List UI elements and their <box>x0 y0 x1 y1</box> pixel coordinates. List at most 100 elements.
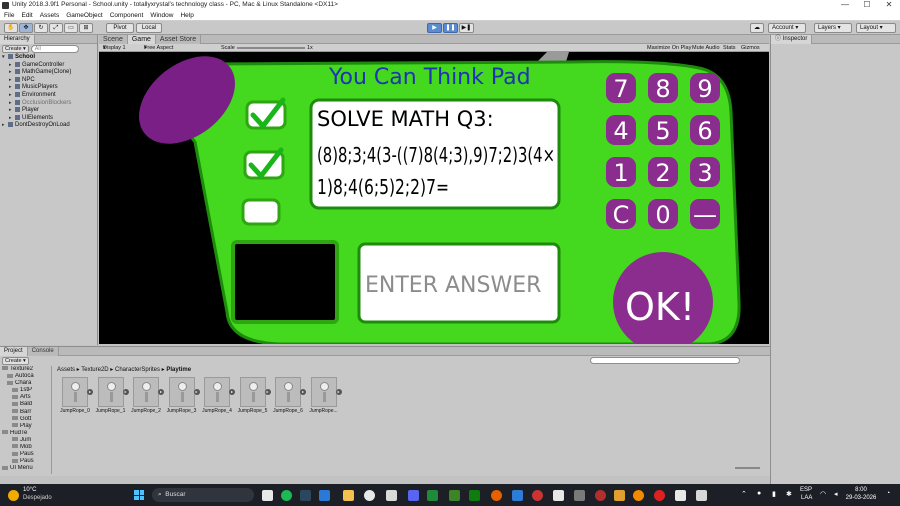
asset-item[interactable]: ▸ JumpRope_6 <box>271 377 306 417</box>
keypad-key-0[interactable]: 0 <box>648 199 678 229</box>
breadcrumb-texture2d[interactable]: Texture2D <box>81 367 108 373</box>
app-icon[interactable] <box>675 490 686 501</box>
account-dropdown[interactable]: Account ▾ <box>768 23 806 33</box>
expand-sprite-icon[interactable]: ▸ <box>229 389 235 395</box>
layout-dropdown[interactable]: Layout ▾ <box>856 23 896 33</box>
folder-tree-item[interactable]: HudTe <box>0 430 51 437</box>
menu-assets[interactable]: Assets <box>36 11 63 19</box>
menu-edit[interactable]: Edit <box>17 11 35 19</box>
app-icon[interactable] <box>386 490 397 501</box>
pivot-toggle[interactable]: Pivot <box>106 23 134 33</box>
app-icon[interactable] <box>574 490 585 501</box>
local-toggle[interactable]: Local <box>136 23 162 33</box>
keypad-key-4[interactable]: 4 <box>606 115 636 145</box>
scale-slider[interactable] <box>237 47 305 49</box>
folder-tree-item[interactable]: Paus <box>0 458 51 465</box>
expand-sprite-icon[interactable]: ▸ <box>335 389 342 395</box>
chevron-up-icon[interactable]: ⌃ <box>741 490 747 498</box>
menu-window[interactable]: Window <box>146 11 176 19</box>
keypad-key-minus[interactable]: — <box>690 199 720 229</box>
minecraft-icon[interactable] <box>449 490 460 501</box>
folder-tree-item[interactable]: Texture2 <box>0 366 51 373</box>
hierarchy-search-input[interactable]: All <box>30 45 79 53</box>
xbox-icon[interactable] <box>427 490 438 501</box>
hierarchy-item[interactable]: ▸ MathGame(Clone) <box>0 69 97 77</box>
network-icon[interactable]: ▮ <box>772 490 776 498</box>
folder-tree-item[interactable]: Barr <box>0 409 51 416</box>
keypad-key-1[interactable]: 1 <box>606 157 636 187</box>
hierarchy-item[interactable]: ▸ UIElements <box>0 114 97 123</box>
edge-icon[interactable] <box>512 490 523 501</box>
tab-asset-store[interactable]: Asset Store <box>155 35 202 44</box>
hierarchy-item[interactable]: ▸ Environment <box>0 91 97 100</box>
hierarchy-item[interactable]: ▸ GameController <box>0 61 97 70</box>
tab-hierarchy[interactable]: Hierarchy <box>0 35 35 44</box>
stats-toggle[interactable]: Stats <box>723 44 736 52</box>
rotate-tool-icon[interactable]: ↻ <box>34 23 48 33</box>
project-search-input[interactable] <box>590 357 740 364</box>
menu-gameobject[interactable]: GameObject <box>62 11 106 19</box>
maximize-on-play-toggle[interactable]: Maximize On Play <box>647 44 691 52</box>
folder-tree-item[interactable]: Play <box>0 423 51 430</box>
minimize-button[interactable]: — <box>834 0 856 11</box>
play-button[interactable]: ▶ <box>427 23 442 33</box>
asset-item[interactable]: ▸ JumpRope... <box>307 377 342 417</box>
menu-file[interactable]: File <box>0 11 17 19</box>
display-dropdown[interactable]: Display 1 ▾ <box>103 44 126 52</box>
folder-tree-item[interactable]: Arts <box>0 394 51 401</box>
hierarchy-create-button[interactable]: Create ▾ <box>2 45 29 53</box>
folder-tree-item[interactable]: 1stP <box>0 387 51 394</box>
file-explorer-icon[interactable] <box>343 490 354 501</box>
media-player-icon[interactable] <box>364 490 375 501</box>
tab-inspector[interactable]: ⓘ Inspector <box>771 35 813 44</box>
folder-tree-item[interactable]: UI Menu <box>0 465 51 472</box>
app-icon[interactable] <box>319 490 330 501</box>
keypad-key-6[interactable]: 6 <box>690 115 720 145</box>
folder-tree-item[interactable]: Jum <box>0 437 51 444</box>
close-button[interactable]: ✕ <box>878 0 900 11</box>
blender-icon[interactable] <box>614 490 625 501</box>
hierarchy-item[interactable]: ▸ NPC <box>0 76 97 85</box>
step-button[interactable]: ▶❚ <box>459 23 474 33</box>
keypad-key-C[interactable]: C <box>606 199 636 229</box>
folder-tree-item[interactable]: Bald <box>0 401 51 408</box>
spotify-icon[interactable] <box>281 490 292 501</box>
firefox-icon[interactable] <box>491 490 502 501</box>
expand-sprite-icon[interactable]: ▸ <box>158 389 164 395</box>
hierarchy-item[interactable]: ▸ OcclusionBlockers <box>0 99 97 108</box>
tab-console[interactable]: Console <box>27 347 59 356</box>
transform-tool-icon[interactable]: ⊞ <box>79 23 93 33</box>
keypad-key-7[interactable]: 7 <box>606 73 636 103</box>
aspect-dropdown[interactable]: Free Aspect ▾ <box>144 44 173 52</box>
tab-project[interactable]: Project <box>0 347 28 356</box>
breadcrumb-playtime[interactable]: Playtime <box>166 367 191 373</box>
folder-tree-item[interactable]: Paus <box>0 451 51 458</box>
menu-help[interactable]: Help <box>176 11 196 19</box>
expand-sprite-icon[interactable]: ▸ <box>87 389 93 395</box>
steam-icon[interactable] <box>300 490 311 501</box>
thumbnail-size-slider[interactable] <box>735 467 760 469</box>
folder-tree-item[interactable]: Gott <box>0 416 51 423</box>
notification-bell-icon[interactable]: ◔ <box>886 490 890 497</box>
asset-item[interactable]: ▸ JumpRope_1 <box>94 377 129 417</box>
app-icon[interactable] <box>553 490 564 501</box>
expand-sprite-icon[interactable]: ▸ <box>193 389 200 395</box>
keypad-key-2[interactable]: 2 <box>648 157 678 187</box>
keypad-key-3[interactable]: 3 <box>690 157 720 187</box>
keypad-key-9[interactable]: 9 <box>690 73 720 103</box>
menu-component[interactable]: Component <box>106 11 147 19</box>
layers-dropdown[interactable]: Layers ▾ <box>814 23 852 33</box>
rect-tool-icon[interactable]: ▭ <box>64 23 78 33</box>
app-icon[interactable] <box>633 490 644 501</box>
expand-sprite-icon[interactable]: ▸ <box>300 389 306 395</box>
pause-button[interactable]: ❚❚ <box>443 23 458 33</box>
asset-item[interactable]: ▸ JumpRope_0 <box>58 377 93 417</box>
gizmos-dropdown[interactable]: Gizmos <box>741 44 760 52</box>
keypad-key-8[interactable]: 8 <box>648 73 678 103</box>
hierarchy-item[interactable]: ▸ MusicPlayers <box>0 84 97 92</box>
expand-sprite-icon[interactable]: ▸ <box>122 389 129 395</box>
microphone-icon[interactable]: ● <box>757 490 761 497</box>
keypad-key-5[interactable]: 5 <box>648 115 678 145</box>
volume-icon[interactable]: ◂ <box>834 490 838 498</box>
hand-tool-icon[interactable]: ✋ <box>4 23 18 33</box>
